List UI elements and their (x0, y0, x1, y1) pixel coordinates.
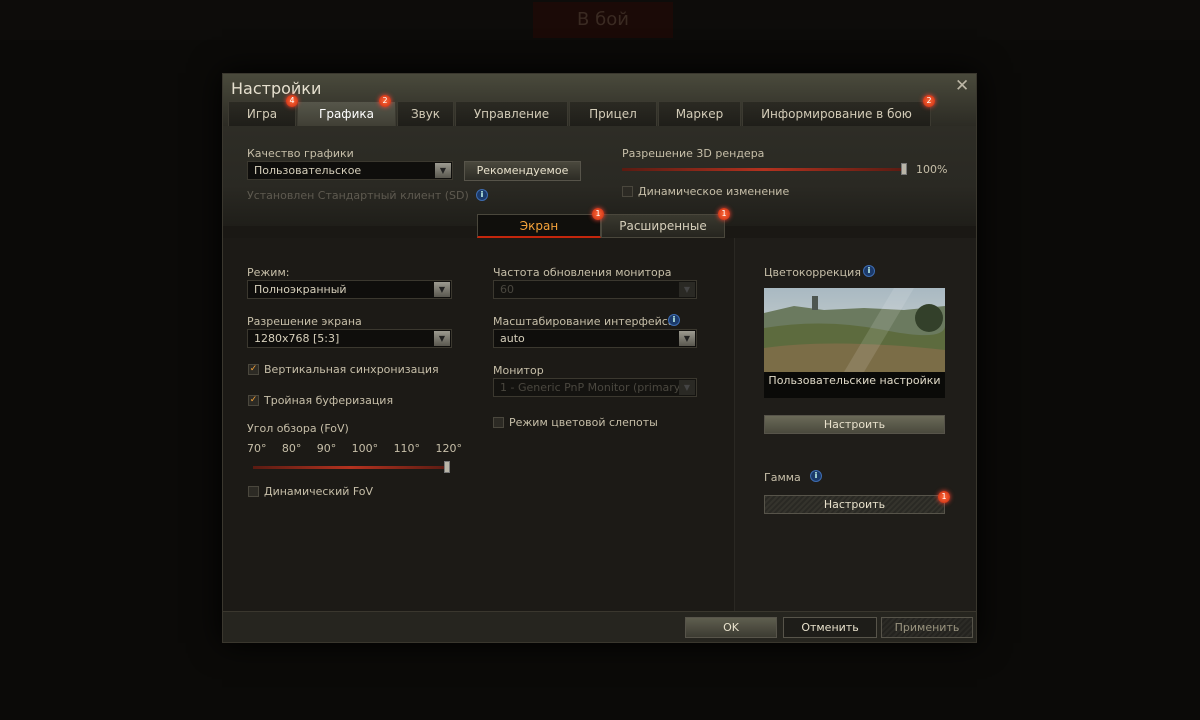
battle-button[interactable]: В бой (533, 2, 673, 38)
dynamic-render-label: Динамическое изменение (638, 185, 790, 198)
tab-sight[interactable]: Прицел (569, 101, 657, 126)
quality-value: Пользовательское (254, 164, 362, 177)
chevron-down-icon: ▼ (679, 282, 695, 297)
refresh-label: Частота обновления монитора (493, 266, 672, 279)
subtab-badge: 1 (592, 208, 604, 220)
cancel-button[interactable]: Отменить (783, 617, 877, 638)
gamma-configure-button[interactable]: Настроить (764, 495, 945, 514)
render-label: Разрешение 3D рендера (622, 147, 765, 160)
monitor-label: Монитор (493, 364, 544, 377)
gamma-badge: 1 (938, 491, 950, 503)
subtab-advanced[interactable]: Расширенные (601, 214, 725, 238)
fov-tick: 90° (316, 442, 337, 455)
render-slider[interactable] (622, 168, 906, 171)
mode-value: Полноэкранный (254, 283, 347, 296)
color-preview[interactable]: Пользовательские настройки (764, 288, 945, 398)
info-icon[interactable]: i (668, 314, 680, 326)
subtab-badge: 1 (718, 208, 730, 220)
quality-select[interactable]: Пользовательское ▼ (247, 161, 453, 180)
landscape-preview-image (764, 288, 945, 372)
apply-button[interactable]: Применить (881, 617, 973, 638)
mode-select[interactable]: Полноэкранный ▼ (247, 280, 452, 299)
refresh-select[interactable]: 60 ▼ (493, 280, 697, 299)
scale-select[interactable]: auto ▼ (493, 329, 697, 348)
chevron-down-icon: ▼ (434, 331, 450, 346)
triple-buffer-label: Тройная буферизация (264, 394, 394, 407)
render-slider-thumb[interactable] (901, 163, 907, 175)
tab-controls[interactable]: Управление (455, 101, 568, 126)
tab-badge: 2 (379, 95, 391, 107)
vsync-label: Вертикальная синхронизация (264, 363, 439, 376)
refresh-value: 60 (500, 283, 514, 296)
dynamic-fov-label: Динамический FoV (264, 485, 374, 498)
tab-sound[interactable]: Звук (397, 101, 454, 126)
recommended-button[interactable]: Рекомендуемое (464, 161, 581, 181)
info-icon[interactable]: i (863, 265, 875, 277)
chevron-down-icon: ▼ (435, 163, 451, 178)
monitor-value: 1 - Generic PnP Monitor (primary) (500, 381, 685, 394)
info-icon[interactable]: i (810, 470, 822, 482)
fov-slider-thumb[interactable] (444, 461, 450, 473)
fov-tick: 80° (281, 442, 302, 455)
color-label: Цветокоррекция (764, 266, 861, 279)
triple-buffer-checkbox[interactable]: ✓ (248, 395, 259, 406)
dynamic-fov-checkbox[interactable] (248, 486, 259, 497)
client-note: Установлен Стандартный клиент (SD) (247, 189, 469, 202)
chevron-down-icon: ▼ (679, 331, 695, 346)
mode-label: Режим: (247, 266, 290, 279)
colorblind-label: Режим цветовой слепоты (509, 416, 658, 429)
fov-tick: 70° (247, 442, 267, 455)
render-value: 100% (916, 163, 948, 176)
settings-dialog: Настройки ✕ Игра Графика Звук Управление… (222, 73, 977, 643)
fov-tick: 100° (351, 442, 379, 455)
vsync-checkbox[interactable]: ✓ (248, 364, 259, 375)
tab-badge: 4 (286, 95, 298, 107)
tab-battle-info[interactable]: Информирование в бою (742, 101, 931, 126)
resolution-select[interactable]: 1280x768 [5:3] ▼ (247, 329, 452, 348)
fov-tick: 120° (435, 442, 462, 455)
tab-marker[interactable]: Маркер (658, 101, 741, 126)
dialog-title: Настройки (231, 79, 322, 98)
gamma-label: Гамма (764, 471, 801, 484)
resolution-label: Разрешение экрана (247, 315, 362, 328)
scale-value: auto (500, 332, 525, 345)
fov-slider[interactable] (253, 466, 448, 469)
chevron-down-icon: ▼ (679, 380, 695, 395)
fov-ticks: 70° 80° 90° 100° 110° 120° (247, 442, 462, 455)
dynamic-render-checkbox[interactable] (622, 186, 633, 197)
chevron-down-icon: ▼ (434, 282, 450, 297)
quality-label: Качество графики (247, 147, 354, 160)
ok-button[interactable]: OK (685, 617, 777, 638)
tab-game[interactable]: Игра (228, 101, 296, 126)
monitor-select[interactable]: 1 - Generic PnP Monitor (primary) ▼ (493, 378, 697, 397)
fov-tick: 110° (393, 442, 421, 455)
info-icon[interactable]: i (476, 189, 488, 201)
tab-badge: 2 (923, 95, 935, 107)
color-configure-button[interactable]: Настроить (764, 415, 945, 434)
subtab-screen[interactable]: Экран (477, 214, 601, 238)
fov-label: Угол обзора (FoV) (247, 422, 349, 435)
color-preset-label: Пользовательские настройки (768, 374, 941, 387)
close-icon[interactable]: ✕ (955, 76, 969, 96)
colorblind-checkbox[interactable] (493, 417, 504, 428)
scale-label: Масштабирование интерфейса (493, 315, 675, 328)
resolution-value: 1280x768 [5:3] (254, 332, 340, 345)
